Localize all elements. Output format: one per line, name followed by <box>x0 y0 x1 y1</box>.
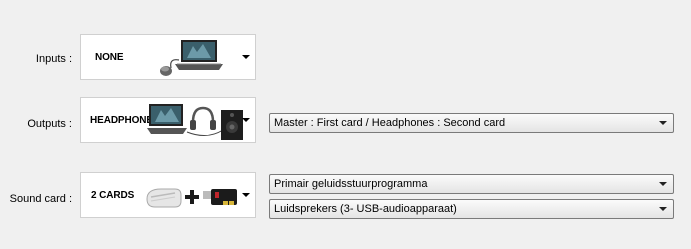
chevron-down-icon[interactable] <box>656 202 670 216</box>
chevron-down-icon[interactable] <box>242 193 250 197</box>
chevron-down-icon[interactable] <box>242 55 250 59</box>
outputs-routing-dropdown[interactable]: Master : First card / Headphones : Secon… <box>269 113 674 133</box>
outputs-mode-selector[interactable]: HEADPHONES <box>80 97 256 143</box>
inputs-mode-selector[interactable]: NONE <box>80 34 256 80</box>
chevron-down-icon[interactable] <box>242 118 250 122</box>
sound-card-label: Sound card : <box>9 193 72 205</box>
primary-driver-dropdown[interactable]: Primair geluidsstuurprogramma <box>269 174 674 194</box>
secondary-driver-dropdown[interactable]: Luidsprekers (3- USB-audioapparaat) <box>269 199 674 219</box>
outputs-routing-value: Master : First card / Headphones : Secon… <box>274 117 506 129</box>
laptop-headphones-speaker-icon <box>147 100 247 142</box>
sound-card-mode-selector[interactable]: 2 CARDS <box>80 172 256 218</box>
outputs-label: Outputs : <box>27 118 72 130</box>
inputs-label: Inputs : <box>35 53 72 65</box>
chevron-down-icon[interactable] <box>656 116 670 130</box>
sound-card-mode-text: 2 CARDS <box>91 189 135 201</box>
secondary-driver-value: Luidsprekers (3- USB-audioapparaat) <box>274 203 457 215</box>
laptop-with-mouse-icon <box>157 38 223 78</box>
primary-driver-value: Primair geluidsstuurprogramma <box>274 178 428 190</box>
inputs-mode-text: NONE <box>95 51 124 63</box>
chevron-down-icon[interactable] <box>656 177 670 191</box>
usb-sound-card-icon <box>145 181 241 211</box>
